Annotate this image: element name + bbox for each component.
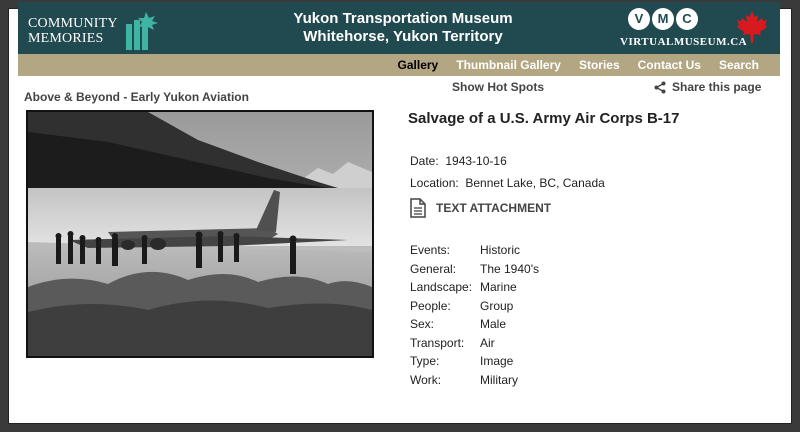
tag-row: Sex: Male — [410, 317, 539, 336]
site-header: COMMUNITY MEMORIES Yukon Transportation … — [18, 2, 780, 54]
community-memories-logo[interactable]: COMMUNITY MEMORIES — [28, 10, 168, 50]
gallery-photo[interactable] — [26, 110, 374, 358]
vmc-letter-c: C — [676, 8, 698, 30]
main-nav: Gallery Thumbnail Gallery Stories Contac… — [18, 54, 780, 76]
record-location-row: Location: Bennet Lake, BC, Canada — [410, 176, 605, 190]
record-title: Salvage of a U.S. Army Air Corps B-17 — [408, 110, 680, 127]
date-label: Date: — [410, 154, 439, 168]
tag-value[interactable]: Marine — [480, 280, 517, 299]
tag-value[interactable]: Image — [480, 354, 513, 373]
vmc-letter-v: V — [628, 8, 650, 30]
site-title-line-1: Yukon Transportation Museum — [293, 10, 513, 27]
logo-line-1: COMMUNITY — [28, 16, 118, 31]
nav-item-search[interactable]: Search — [710, 58, 768, 72]
vmc-circles: V M C — [628, 8, 698, 30]
nav-items: Gallery Thumbnail Gallery Stories Contac… — [389, 54, 768, 76]
tag-row: People: Group — [410, 299, 539, 318]
site-title: Yukon Transportation Museum Whitehorse, … — [208, 10, 598, 46]
text-attachment-label: TEXT ATTACHMENT — [436, 201, 552, 215]
tag-key: Sex: — [410, 317, 435, 331]
share-icon — [654, 81, 666, 93]
text-attachment-link[interactable]: TEXT ATTACHMENT — [410, 198, 551, 218]
share-page-link[interactable]: Share this page — [654, 80, 761, 94]
date-value: 1943-10-16 — [445, 154, 507, 168]
tag-key: Type: — [410, 354, 440, 368]
site-title-line-2: Whitehorse, Yukon Territory — [303, 28, 503, 45]
maple-leaf-icon — [737, 11, 767, 43]
totem-leaf-icon — [126, 12, 158, 50]
nav-item-stories[interactable]: Stories — [570, 58, 629, 72]
record-tags: Events: Historic General: The 1940's Lands… — [410, 243, 539, 391]
tag-key: Work: — [410, 372, 442, 387]
location-label: Location: — [410, 176, 459, 190]
tag-row: Transport: Air — [410, 336, 539, 355]
tag-row: Events: Historic — [410, 243, 539, 262]
tag-key: Transport: — [410, 335, 465, 350]
logo-line-2: MEMORIES — [28, 31, 104, 46]
show-hot-spots-link[interactable]: Show Hot Spots — [452, 80, 544, 94]
vmc-url: VIRTUALMUSEUM.CA — [620, 36, 748, 48]
nav-item-contact-us[interactable]: Contact Us — [629, 58, 710, 72]
tag-row: Landscape: Marine — [410, 280, 539, 299]
tag-value[interactable]: Air — [480, 336, 495, 355]
record-date-row: Date: 1943-10-16 — [410, 154, 507, 168]
share-label: Share this page — [672, 80, 762, 94]
b17-salvage-photo — [28, 112, 372, 356]
tag-value[interactable]: The 1940's — [480, 262, 539, 281]
tag-value[interactable]: Military — [480, 373, 518, 392]
location-value: Bennet Lake, BC, Canada — [465, 176, 605, 190]
nav-item-thumbnail-gallery[interactable]: Thumbnail Gallery — [447, 58, 570, 72]
gallery-section-title[interactable]: Above & Beyond - Early Yukon Aviation — [24, 90, 249, 104]
tag-key: General: — [410, 261, 457, 276]
tag-row: Work: Military — [410, 373, 539, 392]
tag-value[interactable]: Group — [480, 299, 513, 318]
tag-key: Events: — [410, 243, 451, 257]
community-memories-wordmark: COMMUNITY MEMORIES — [28, 16, 118, 46]
tag-value[interactable]: Male — [480, 317, 506, 336]
tag-row: Type: Image — [410, 354, 539, 373]
document-icon — [410, 198, 426, 218]
tag-key: Landscape: — [410, 280, 473, 294]
nav-item-gallery[interactable]: Gallery — [389, 58, 448, 72]
tag-row: General: The 1940's — [410, 262, 539, 281]
tag-key: People: — [410, 298, 451, 313]
virtual-museum-logo[interactable]: V M C VIRTUALMUSEUM.CA — [620, 6, 770, 52]
vmc-letter-m: M — [652, 8, 674, 30]
tag-value[interactable]: Historic — [480, 243, 520, 262]
